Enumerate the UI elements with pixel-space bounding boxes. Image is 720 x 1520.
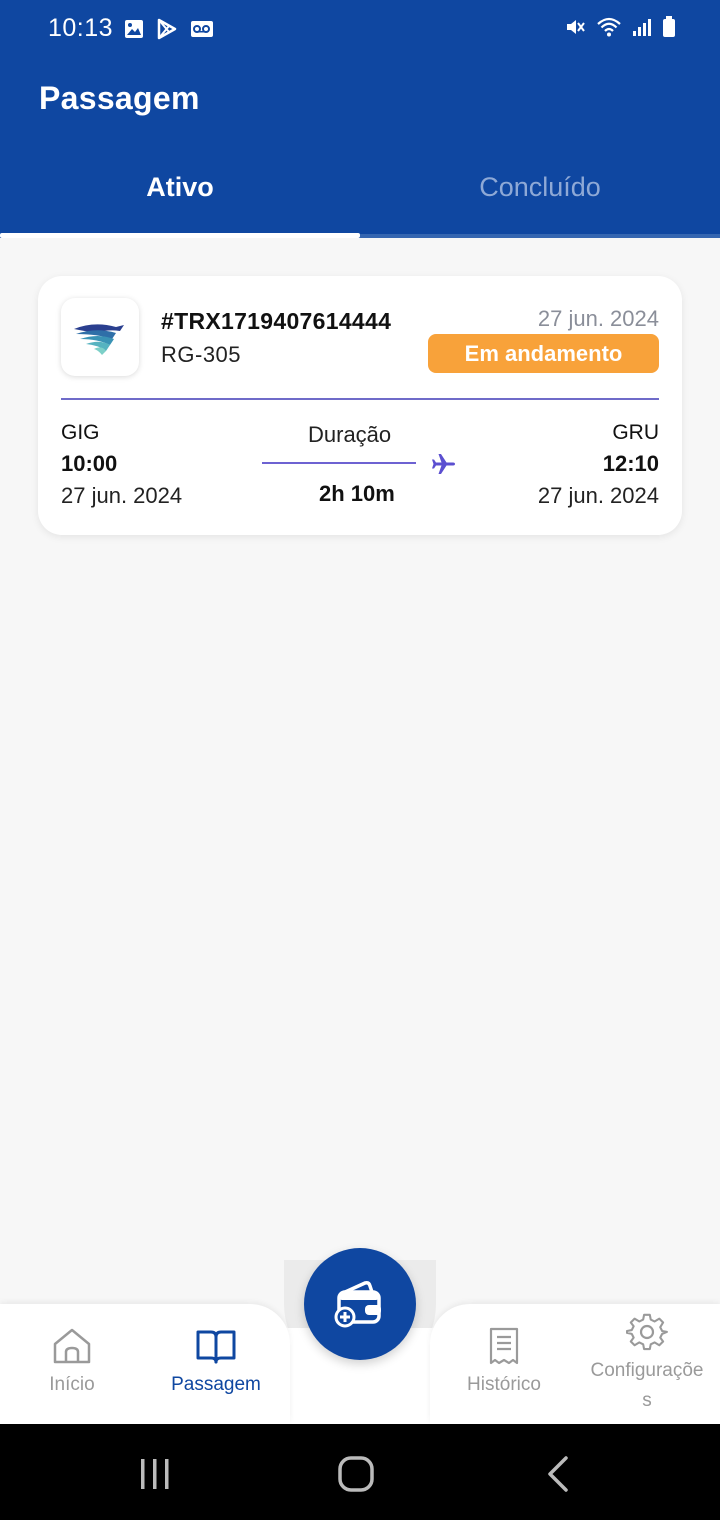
tab-concluido[interactable]: Concluído	[360, 150, 720, 238]
tab-bar: Ativo Concluído	[0, 150, 720, 238]
nav-label-configuracoes-line2: s	[642, 1390, 652, 1411]
wifi-icon	[597, 17, 621, 37]
ticket-card[interactable]: #TRX1719407614444 RG-305 27 jun. 2024 Em…	[38, 276, 682, 535]
active-tab-indicator	[0, 233, 360, 238]
home-icon	[53, 1328, 91, 1364]
home-button-icon[interactable]	[336, 1454, 376, 1494]
wallet-add-icon	[334, 1281, 381, 1328]
ticket-id: #TRX1719407614444	[161, 308, 392, 334]
status-bar: 10:13	[0, 0, 720, 58]
arrival-time: 12:10	[602, 451, 659, 476]
departure-airport-code: GIG	[61, 421, 100, 444]
status-right-icons	[564, 16, 676, 38]
arrival-date: 27 jun. 2024	[537, 483, 659, 508]
play-store-icon	[157, 18, 177, 40]
nav-item-configuracoes[interactable]: Configuraçõe s	[572, 1304, 720, 1424]
departure-time: 10:00	[61, 451, 118, 476]
status-left-icons	[124, 18, 214, 40]
nav-label-configuracoes: Configuraçõe s	[590, 1356, 703, 1416]
airline-logo	[61, 298, 139, 376]
nav-label-passagem: Passagem	[171, 1374, 261, 1395]
flight-code: RG-305	[161, 342, 242, 367]
card-divider	[61, 398, 659, 400]
receipt-icon	[489, 1327, 519, 1365]
gear-icon	[626, 1313, 668, 1351]
nav-item-passagem[interactable]: Passagem	[150, 1304, 282, 1424]
duration-label: Duração	[308, 422, 392, 447]
app-header: 10:13 Passagem Ativo Concluído	[0, 0, 720, 238]
nav-item-historico[interactable]: Histórico	[452, 1304, 556, 1424]
tab-ativo[interactable]: Ativo	[0, 150, 360, 238]
wallet-add-button[interactable]	[304, 1248, 416, 1360]
status-badge: Em andamento	[428, 334, 659, 373]
tab-divider	[360, 234, 720, 238]
route-line	[262, 462, 416, 464]
status-time: 10:13	[48, 14, 114, 42]
image-icon	[125, 20, 143, 38]
nav-label-inicio: Início	[49, 1374, 95, 1395]
battery-icon	[663, 16, 675, 37]
airplane-icon	[432, 454, 455, 474]
voicemail-icon	[191, 21, 213, 37]
mute-icon	[567, 20, 585, 34]
recent-apps-icon[interactable]	[135, 1454, 175, 1494]
airline-bird-logo	[74, 324, 124, 355]
nav-label-historico: Histórico	[467, 1374, 541, 1395]
duration-value: 2h 10m	[319, 481, 395, 506]
book-icon	[196, 1330, 236, 1364]
back-icon[interactable]	[538, 1454, 578, 1494]
system-navigation-bar	[0, 1424, 720, 1520]
nav-item-inicio[interactable]: Início	[30, 1304, 114, 1424]
page-title: Passagem	[39, 80, 200, 116]
departure-date: 27 jun. 2024	[61, 483, 183, 508]
signal-icon	[633, 19, 651, 36]
arrival-airport-code: GRU	[612, 421, 659, 444]
ticket-date: 27 jun. 2024	[537, 306, 659, 331]
nav-label-configuracoes-line1: Configuraçõe	[590, 1360, 704, 1381]
